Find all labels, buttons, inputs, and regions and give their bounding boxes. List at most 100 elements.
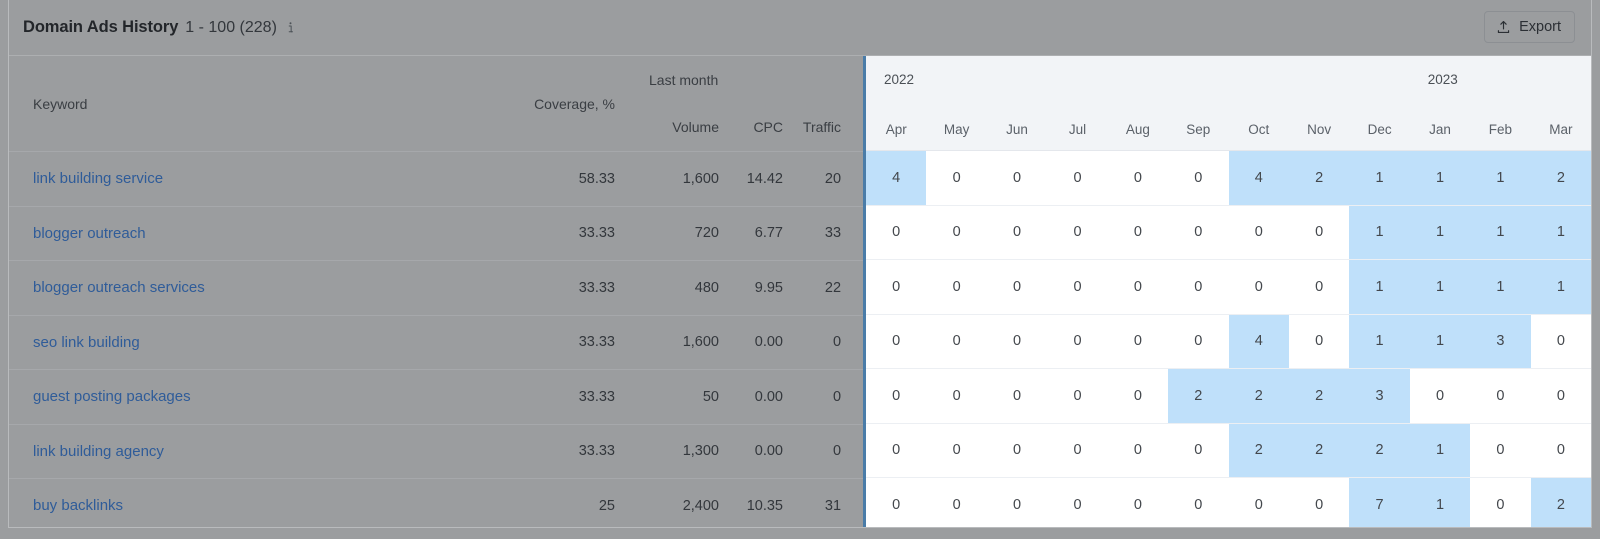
- timeline-cell[interactable]: 0: [866, 369, 927, 423]
- timeline-cell[interactable]: 0: [1168, 423, 1229, 477]
- timeline-cell[interactable]: 1: [1349, 205, 1410, 259]
- timeline-cell[interactable]: 0: [1168, 314, 1229, 368]
- timeline-cell[interactable]: 0: [986, 423, 1048, 477]
- timeline-cell[interactable]: 0: [986, 369, 1048, 423]
- timeline-cell[interactable]: 0: [1288, 478, 1350, 527]
- timeline-cell[interactable]: 1: [1349, 314, 1410, 368]
- timeline-cell[interactable]: 0: [1047, 151, 1108, 205]
- timeline-month-label: Nov: [1307, 121, 1332, 137]
- timeline-cell[interactable]: 0: [926, 151, 987, 205]
- timeline-cell[interactable]: 1: [1349, 260, 1410, 314]
- timeline-cell[interactable]: 2: [1349, 423, 1410, 477]
- column-header-coverage[interactable]: Coverage, %: [509, 56, 637, 152]
- keyword-link[interactable]: blogger outreach services: [33, 279, 205, 296]
- timeline-cell[interactable]: 1: [1409, 260, 1471, 314]
- timeline-cell[interactable]: 2: [1228, 423, 1289, 477]
- timeline-cell[interactable]: 1: [1470, 260, 1531, 314]
- timeline-cell[interactable]: 0: [866, 205, 927, 259]
- column-header-volume[interactable]: Volume: [637, 103, 719, 152]
- timeline-cell[interactable]: 2: [1530, 478, 1591, 527]
- timeline-cell[interactable]: 3: [1349, 369, 1410, 423]
- timeline-cell[interactable]: 0: [866, 260, 927, 314]
- timeline-cell[interactable]: 0: [986, 260, 1048, 314]
- timeline-cell[interactable]: 1: [1530, 205, 1591, 259]
- timeline-cell[interactable]: 0: [1228, 260, 1289, 314]
- timeline-cell[interactable]: 0: [1530, 423, 1591, 477]
- timeline-cell[interactable]: 1: [1530, 260, 1591, 314]
- info-icon[interactable]: [284, 21, 298, 35]
- timeline-cell[interactable]: 0: [1470, 478, 1531, 527]
- timeline-cell[interactable]: 0: [1107, 151, 1169, 205]
- timeline-cell[interactable]: 1: [1409, 151, 1471, 205]
- timeline-cell[interactable]: 2: [1288, 423, 1350, 477]
- timeline-cell[interactable]: 0: [1107, 423, 1169, 477]
- keyword-link[interactable]: blogger outreach: [33, 225, 146, 242]
- timeline-cell[interactable]: 0: [926, 423, 987, 477]
- timeline-cell[interactable]: 1: [1349, 151, 1410, 205]
- timeline-cell[interactable]: 0: [1288, 260, 1350, 314]
- timeline-cell[interactable]: 0: [1168, 478, 1229, 527]
- timeline-cell[interactable]: 0: [986, 151, 1048, 205]
- timeline-cell[interactable]: 3: [1470, 314, 1531, 368]
- timeline-cell[interactable]: 0: [1047, 260, 1108, 314]
- timeline-cell[interactable]: 1: [1470, 151, 1531, 205]
- timeline-cell[interactable]: 4: [1228, 314, 1289, 368]
- timeline-cell[interactable]: 2: [1168, 369, 1229, 423]
- timeline-cell[interactable]: 0: [986, 478, 1048, 527]
- timeline-cell[interactable]: 0: [1168, 205, 1229, 259]
- keyword-link[interactable]: buy backlinks: [33, 497, 123, 514]
- timeline-cell[interactable]: 0: [1107, 314, 1169, 368]
- column-header-keyword[interactable]: Keyword: [9, 56, 509, 152]
- timeline-cell[interactable]: 0: [1409, 369, 1471, 423]
- timeline-cell[interactable]: 0: [1047, 314, 1108, 368]
- timeline-cell[interactable]: 4: [866, 151, 927, 205]
- column-header-traffic[interactable]: Traffic: [783, 103, 863, 152]
- timeline-cell[interactable]: 0: [1047, 478, 1108, 527]
- timeline-cell[interactable]: 0: [926, 260, 987, 314]
- timeline-cell[interactable]: 2: [1228, 369, 1289, 423]
- timeline-cell[interactable]: 0: [926, 205, 987, 259]
- timeline-cell[interactable]: 0: [1107, 369, 1169, 423]
- keyword-link[interactable]: guest posting packages: [33, 388, 191, 405]
- timeline-cell[interactable]: 1: [1470, 205, 1531, 259]
- timeline-cell[interactable]: 7: [1349, 478, 1410, 527]
- timeline-cell[interactable]: 0: [1530, 369, 1591, 423]
- timeline-cell[interactable]: 0: [926, 314, 987, 368]
- timeline-cell[interactable]: 0: [1047, 369, 1108, 423]
- timeline-cell[interactable]: 0: [1107, 205, 1169, 259]
- timeline-cell[interactable]: 0: [1470, 369, 1531, 423]
- keyword-link[interactable]: seo link building: [33, 334, 140, 351]
- timeline-row: 000000007102: [866, 477, 1591, 527]
- keyword-link[interactable]: link building agency: [33, 443, 164, 460]
- timeline-cell[interactable]: 0: [1168, 151, 1229, 205]
- timeline-cell[interactable]: 2: [1530, 151, 1591, 205]
- export-button[interactable]: Export: [1484, 11, 1575, 43]
- timeline-cell[interactable]: 2: [1288, 151, 1350, 205]
- timeline-cell[interactable]: 0: [986, 205, 1048, 259]
- timeline-cell[interactable]: 0: [926, 369, 987, 423]
- timeline-cell[interactable]: 0: [1168, 260, 1229, 314]
- timeline-cell[interactable]: 0: [1470, 423, 1531, 477]
- timeline-cell[interactable]: 0: [866, 478, 927, 527]
- timeline-cell[interactable]: 4: [1228, 151, 1289, 205]
- timeline-cell[interactable]: 0: [866, 314, 927, 368]
- timeline-cell[interactable]: 0: [1228, 205, 1289, 259]
- timeline-cell[interactable]: 1: [1409, 423, 1471, 477]
- timeline-cell[interactable]: 2: [1288, 369, 1350, 423]
- timeline-cell[interactable]: 0: [1288, 205, 1350, 259]
- column-header-cpc[interactable]: CPC: [719, 103, 783, 152]
- timeline-cell[interactable]: 1: [1409, 478, 1471, 527]
- timeline-cell[interactable]: 0: [1107, 478, 1169, 527]
- timeline-cell[interactable]: 0: [1288, 314, 1350, 368]
- timeline-cell[interactable]: 1: [1409, 314, 1471, 368]
- timeline-cell[interactable]: 0: [986, 314, 1048, 368]
- timeline-cell[interactable]: 0: [1107, 260, 1169, 314]
- timeline-cell[interactable]: 0: [866, 423, 927, 477]
- timeline-cell[interactable]: 1: [1409, 205, 1471, 259]
- timeline-cell[interactable]: 0: [1530, 314, 1591, 368]
- keyword-link[interactable]: link building service: [33, 170, 163, 187]
- timeline-cell[interactable]: 0: [1228, 478, 1289, 527]
- timeline-cell[interactable]: 0: [1047, 423, 1108, 477]
- timeline-cell[interactable]: 0: [926, 478, 987, 527]
- timeline-cell[interactable]: 0: [1047, 205, 1108, 259]
